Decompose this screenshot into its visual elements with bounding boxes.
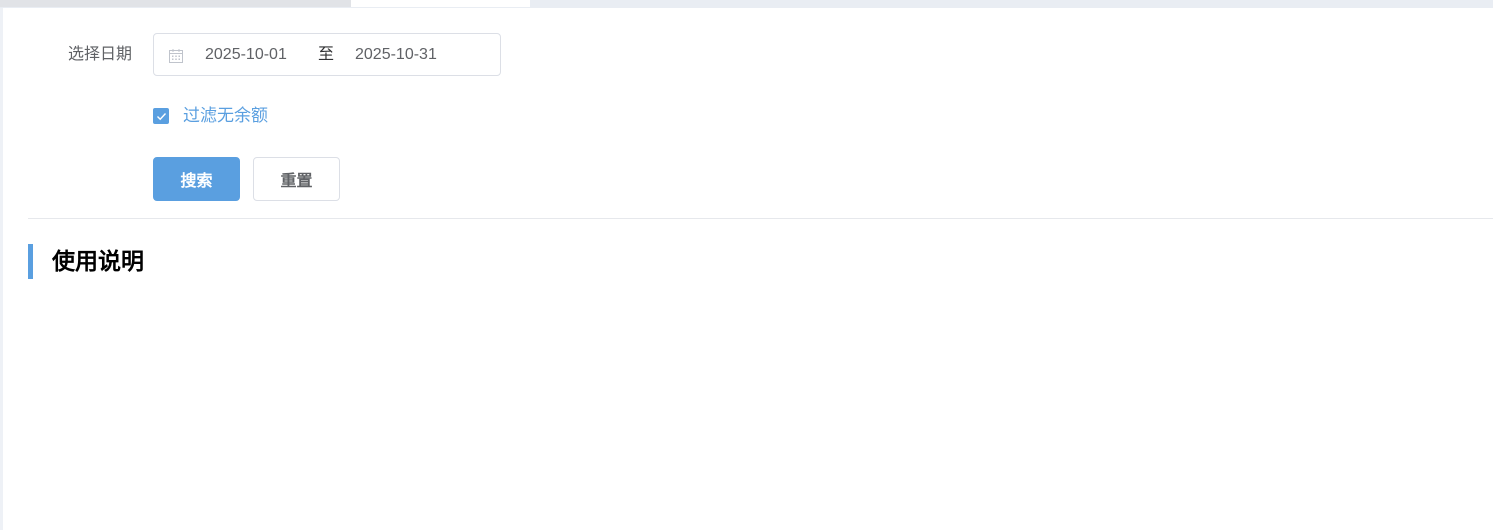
calendar-icon: [169, 49, 183, 63]
tab-strip: [0, 0, 1493, 8]
date-range-picker[interactable]: 2025-10-01 至 2025-10-31: [153, 33, 501, 76]
date-range-separator: 至: [318, 46, 335, 63]
section-accent-bar: [28, 244, 33, 279]
check-icon: [156, 112, 166, 120]
checkbox-checked[interactable]: [153, 108, 169, 124]
date-end-input[interactable]: 2025-10-31: [355, 44, 437, 66]
tab-2-active[interactable]: [351, 0, 530, 7]
checkbox-label[interactable]: 过滤无余额: [183, 105, 268, 127]
date-start-input[interactable]: 2025-10-01: [205, 44, 287, 66]
tab-1[interactable]: [0, 0, 351, 7]
reset-button[interactable]: 重置: [253, 157, 340, 201]
divider: [28, 218, 1493, 219]
section-title: 使用说明: [52, 248, 144, 274]
search-button[interactable]: 搜索: [153, 157, 240, 201]
main-panel: 选择日期 2025-10-01 至 2025-10-31 过滤无余额 搜索 重置…: [3, 8, 1493, 530]
filter-no-balance-checkbox[interactable]: 过滤无余额: [153, 105, 268, 127]
date-label: 选择日期: [68, 46, 133, 63]
